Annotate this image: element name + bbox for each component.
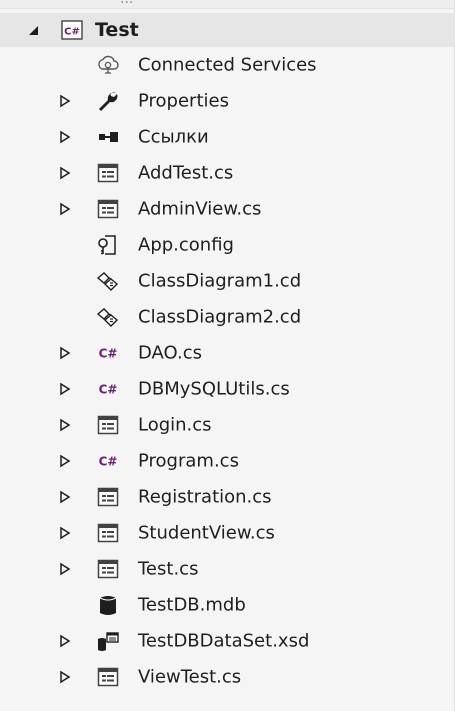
tree-item-registration[interactable]: Registration.cs <box>0 479 455 515</box>
tree-root-project[interactable]: C# Test <box>0 13 455 47</box>
tree-item-classdiagram2[interactable]: ClassDiagram2.cd <box>0 299 455 335</box>
tree-item-label: Test.cs <box>138 558 199 580</box>
tree-item-label: AddTest.cs <box>138 162 234 184</box>
tree-item-adminview[interactable]: AdminView.cs <box>0 191 455 227</box>
tree-item-label: DAO.cs <box>138 342 202 364</box>
project-name: Test <box>95 19 139 41</box>
tree-item-program[interactable]: C# Program.cs <box>0 443 455 479</box>
tree-item-viewtest[interactable]: ViewTest.cs <box>0 659 455 695</box>
tree-item-label: Ссылки <box>138 126 209 148</box>
tree-item-test[interactable]: Test.cs <box>0 551 455 587</box>
tree-item-addtest[interactable]: AddTest.cs <box>0 155 455 191</box>
expand-triangle-icon[interactable] <box>58 526 72 540</box>
tree-item-label: Login.cs <box>138 414 212 436</box>
expand-triangle-icon[interactable] <box>58 562 72 576</box>
svg-text:C#: C# <box>99 347 118 361</box>
tree-item-testdbdataset[interactable]: TestDBDataSet.xsd <box>0 623 455 659</box>
tree-item-label: ClassDiagram1.cd <box>138 270 302 292</box>
form-icon <box>96 521 120 545</box>
tree-item-label: ClassDiagram2.cd <box>138 306 302 328</box>
tree-item-label: TestDBDataSet.xsd <box>138 630 310 652</box>
csharp-file-icon: C# <box>96 377 120 401</box>
csharp-file-icon: C# <box>96 341 120 365</box>
expand-triangle-icon[interactable] <box>58 94 72 108</box>
database-icon <box>96 593 120 617</box>
form-icon <box>96 557 120 581</box>
expand-triangle-icon[interactable] <box>58 382 72 396</box>
svg-text:C#: C# <box>99 455 118 469</box>
expand-triangle-icon[interactable] <box>58 670 72 684</box>
panel-right-edge <box>454 0 467 711</box>
references-icon <box>96 125 120 149</box>
wrench-icon <box>96 89 120 113</box>
config-file-icon <box>96 233 120 257</box>
tree-item-label: DBMySQLUtils.cs <box>138 378 290 400</box>
tree-item-app-config[interactable]: App.config <box>0 227 455 263</box>
tree-item-testdb[interactable]: TestDB.mdb <box>0 587 455 623</box>
tree-item-label: Program.cs <box>138 450 239 472</box>
expand-triangle-icon[interactable] <box>58 418 72 432</box>
form-icon <box>96 665 120 689</box>
form-icon <box>96 413 120 437</box>
tree-item-label: TestDB.mdb <box>138 594 246 616</box>
expand-triangle-icon[interactable] <box>58 346 72 360</box>
tree-item-label: App.config <box>138 234 234 256</box>
tree-item-connected-services[interactable]: Connected Services <box>0 47 455 83</box>
tree-item-studentview[interactable]: StudentView.cs <box>0 515 455 551</box>
solution-explorer-panel: ... C# Test C <box>0 0 467 711</box>
class-diagram-icon <box>96 305 120 329</box>
tree-item-dbmysqlutils[interactable]: C# DBMySQLUtils.cs <box>0 371 455 407</box>
tree-item-label: Properties <box>138 90 229 112</box>
svg-text:C#: C# <box>99 383 118 397</box>
tree-item-classdiagram1[interactable]: ClassDiagram1.cd <box>0 263 455 299</box>
tree-item-label: ViewTest.cs <box>138 666 242 688</box>
tree-item-label: Registration.cs <box>138 486 272 508</box>
tree-item-label: StudentView.cs <box>138 522 275 544</box>
collapse-triangle-icon[interactable] <box>26 23 40 37</box>
expand-triangle-icon[interactable] <box>58 166 72 180</box>
expand-triangle-icon[interactable] <box>58 454 72 468</box>
top-strip: ... <box>0 0 467 9</box>
tree-item-label: AdminView.cs <box>138 198 262 220</box>
csharp-project-icon: C# <box>60 18 84 42</box>
expand-triangle-icon[interactable] <box>58 202 72 216</box>
dataset-icon <box>96 629 120 653</box>
tree-item-dao[interactable]: C# DAO.cs <box>0 335 455 371</box>
tree-item-login[interactable]: Login.cs <box>0 407 455 443</box>
svg-text:C#: C# <box>64 27 80 38</box>
solution-tree: C# Test Connected Services Properties Сс… <box>0 13 455 695</box>
top-strip-text: ... <box>120 0 133 7</box>
tree-item-properties[interactable]: Properties <box>0 83 455 119</box>
form-icon <box>96 161 120 185</box>
connected-services-icon <box>96 53 120 77</box>
tree-item-references[interactable]: Ссылки <box>0 119 455 155</box>
form-icon <box>96 485 120 509</box>
form-icon <box>96 197 120 221</box>
class-diagram-icon <box>96 269 120 293</box>
csharp-file-icon: C# <box>96 449 120 473</box>
tree-item-label: Connected Services <box>138 54 317 76</box>
expand-triangle-icon[interactable] <box>58 634 72 648</box>
expand-triangle-icon[interactable] <box>58 130 72 144</box>
expand-triangle-icon[interactable] <box>58 490 72 504</box>
